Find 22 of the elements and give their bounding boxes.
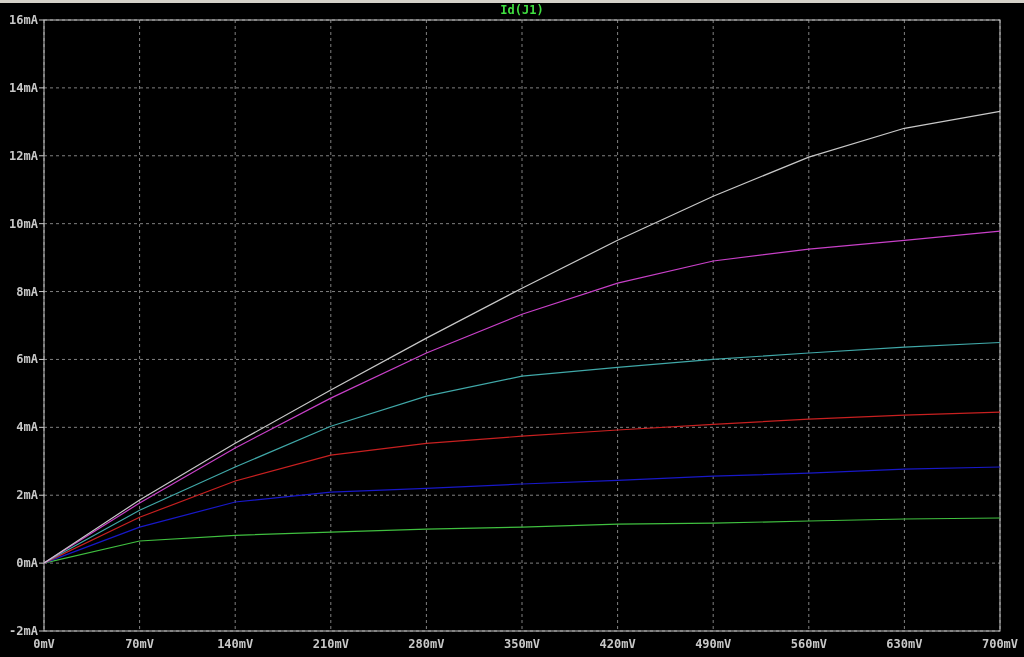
x-axis-tick-label: 560mV <box>790 637 827 651</box>
x-axis-tick-label: 280mV <box>408 637 445 651</box>
x-axis-tick-label: 350mV <box>503 637 541 651</box>
x-axis-tick-label: 70mV <box>125 637 155 651</box>
chart-title[interactable]: Id(J1) <box>500 3 544 17</box>
x-axis-tick-label: 140mV <box>217 637 254 651</box>
y-axis-tick-label: 14mA <box>9 80 38 95</box>
y-axis-tick-label: -2mA <box>9 624 38 638</box>
y-axis-tick-label: 4mA <box>16 420 38 435</box>
y-axis-tick-label: 16mA <box>9 13 38 27</box>
x-axis-tick-label: 630mV <box>886 637 923 651</box>
y-axis-tick-label: 8mA <box>16 284 38 299</box>
x-axis-tick-label: 420mV <box>599 637 636 651</box>
x-axis-tick-label: 700mV <box>981 637 1019 651</box>
y-axis-tick-label: 12mA <box>9 148 38 163</box>
x-axis-tick-label: 210mV <box>312 637 349 651</box>
y-axis-tick-label: 6mA <box>16 352 38 367</box>
y-axis-tick-label: 0mA <box>16 556 38 571</box>
y-axis-tick-label: 10mA <box>9 216 38 231</box>
x-axis-tick-label: 490mV <box>695 637 732 651</box>
y-axis-tick-label: 2mA <box>16 488 38 503</box>
x-axis-tick-label: 0mV <box>33 637 55 651</box>
